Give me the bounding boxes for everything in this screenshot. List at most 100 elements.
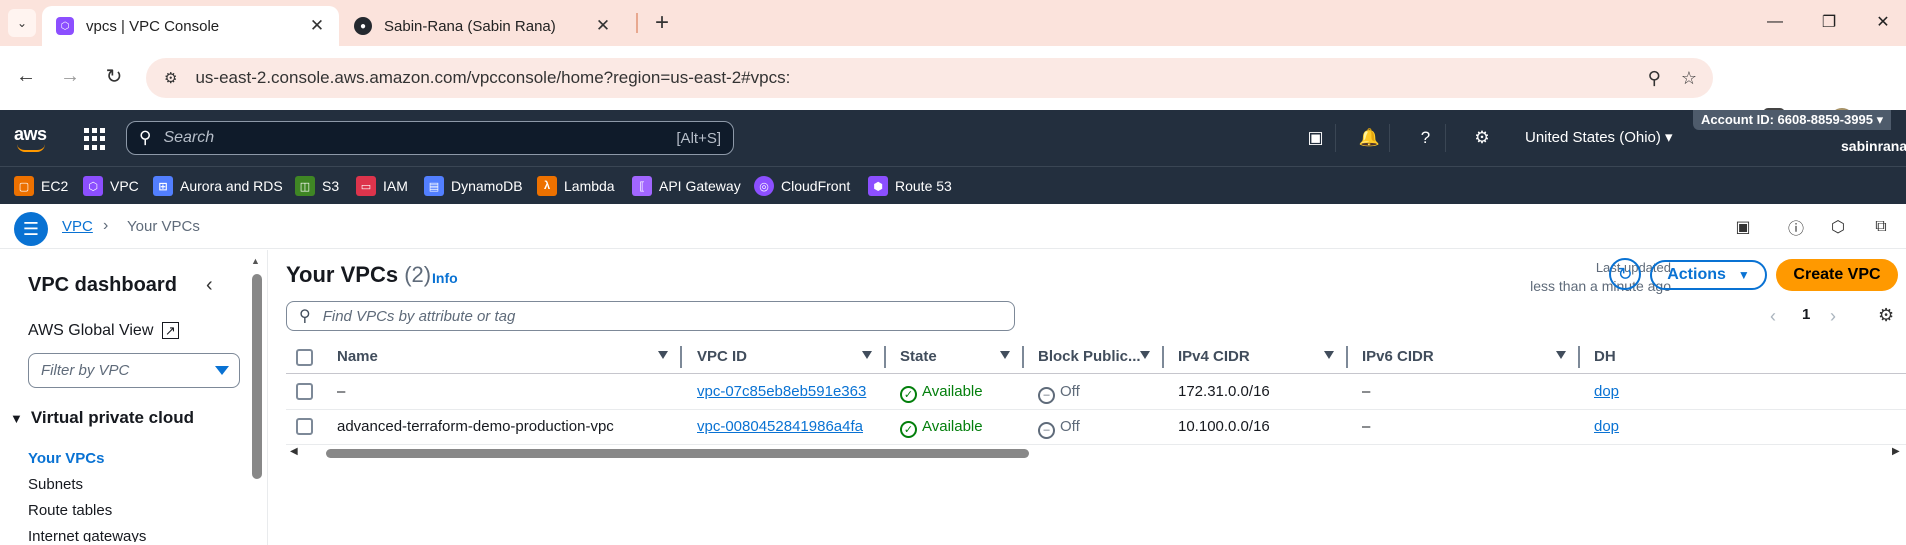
- settings-gear-icon[interactable]: ⚙: [1462, 124, 1502, 152]
- row-checkbox[interactable]: [296, 418, 313, 435]
- column-header-ipv6-cidr[interactable]: IPv6 CIDR: [1362, 348, 1434, 365]
- column-header-state[interactable]: State: [900, 348, 937, 365]
- column-resizer[interactable]: [1346, 346, 1348, 368]
- cell-state: ✓ Available: [900, 418, 983, 438]
- favorite-aurora-rds[interactable]: ⊞ Aurora and RDS: [153, 175, 283, 197]
- favorite-vpc[interactable]: ⬡ VPC: [83, 175, 139, 197]
- filter-by-vpc-select[interactable]: Filter by VPC: [28, 353, 240, 388]
- cell-vpc-id-link[interactable]: vpc-07c85eb8eb591e363: [697, 383, 866, 400]
- forward-arrow-icon[interactable]: →: [56, 62, 84, 90]
- column-resizer[interactable]: [680, 346, 682, 368]
- sidebar-item-internet-gateways[interactable]: Internet gateways: [28, 528, 146, 542]
- sort-icon[interactable]: [862, 351, 872, 359]
- sidebar-section-vpc[interactable]: ▼ Virtual private cloud: [10, 408, 194, 428]
- screen-settings-icon[interactable]: ⧉: [1870, 216, 1892, 238]
- scroll-up-icon[interactable]: ▲: [251, 256, 260, 266]
- actions-button[interactable]: Actions ▼: [1650, 260, 1767, 290]
- scroll-right-icon[interactable]: ▶: [1892, 446, 1900, 457]
- next-page-icon[interactable]: ›: [1830, 306, 1836, 327]
- favorite-iam[interactable]: ▭ IAM: [356, 175, 408, 197]
- global-view-link[interactable]: AWS Global View ↗: [28, 322, 179, 340]
- table-horizontal-scrollbar[interactable]: ◀ ▶: [286, 446, 1906, 460]
- account-id-badge[interactable]: Account ID: 6608-8859-3995 ▾: [1693, 110, 1892, 130]
- zoom-icon[interactable]: ⚲: [1648, 68, 1661, 89]
- select-all-checkbox[interactable]: [296, 349, 313, 366]
- favorite-lambda[interactable]: λ Lambda: [537, 175, 615, 197]
- column-resizer[interactable]: [884, 346, 886, 368]
- row-checkbox[interactable]: [296, 383, 313, 400]
- sidebar-item-your-vpcs[interactable]: Your VPCs: [28, 450, 104, 467]
- column-header-dhcp[interactable]: DH: [1594, 348, 1616, 365]
- collapse-sidebar-icon[interactable]: ‹: [206, 274, 213, 297]
- sidebar-scrollbar[interactable]: [252, 274, 262, 479]
- restore-window-icon[interactable]: ❐: [1817, 10, 1841, 34]
- search-input[interactable]: Search: [163, 129, 676, 147]
- favorite-ec2[interactable]: ▢ EC2: [14, 175, 68, 197]
- favorite-s3[interactable]: ◫ S3: [295, 175, 339, 197]
- close-tab-icon[interactable]: ✕: [307, 16, 327, 36]
- cell-dhcp-link[interactable]: dop: [1594, 418, 1619, 435]
- sort-icon[interactable]: [1000, 351, 1010, 359]
- cloudshell-icon[interactable]: ▣: [1296, 124, 1336, 152]
- user-name[interactable]: sabinrana: [1841, 138, 1906, 154]
- feedback-icon[interactable]: ⬡: [1827, 216, 1849, 238]
- favorite-api-gateway[interactable]: ⟦ API Gateway: [632, 175, 741, 197]
- breadcrumb-vpc-link[interactable]: VPC: [62, 218, 93, 235]
- browser-tab-vpc-console[interactable]: ⬡ vpcs | VPC Console ✕: [42, 6, 339, 46]
- favorite-cloudfront[interactable]: ◎ CloudFront: [754, 175, 850, 197]
- sort-icon[interactable]: [1324, 351, 1334, 359]
- browser-tab-github[interactable]: ● Sabin-Rana (Sabin Rana) ✕: [340, 6, 625, 46]
- hamburger-menu-icon[interactable]: ☰: [14, 212, 48, 246]
- tab-search-button[interactable]: ⌄: [8, 9, 36, 37]
- back-arrow-icon[interactable]: ←: [12, 62, 40, 90]
- column-header-block-public[interactable]: Block Public...: [1038, 348, 1141, 365]
- cell-vpc-id-link[interactable]: vpc-0080452841986a4fa: [697, 418, 863, 435]
- column-resizer[interactable]: [1022, 346, 1024, 368]
- info-icon[interactable]: ⓘ: [1785, 216, 1807, 238]
- sidebar-title: VPC dashboard: [28, 274, 177, 296]
- panel-toggle-icon[interactable]: ▣: [1732, 216, 1754, 238]
- sidebar-item-subnets[interactable]: Subnets: [28, 476, 83, 493]
- column-resizer[interactable]: [1162, 346, 1164, 368]
- column-header-name[interactable]: Name: [337, 348, 378, 365]
- favorite-route53[interactable]: ⬢ Route 53: [868, 175, 952, 197]
- table-row[interactable]: advanced-terraform-demo-production-vpc v…: [286, 410, 1906, 445]
- sidebar-item-route-tables[interactable]: Route tables: [28, 502, 112, 519]
- sort-icon[interactable]: [1556, 351, 1566, 359]
- create-vpc-button[interactable]: Create VPC: [1776, 259, 1898, 291]
- region-selector[interactable]: United States (Ohio) ▾: [1525, 128, 1673, 146]
- help-icon[interactable]: ?: [1406, 124, 1446, 152]
- scrollbar-thumb[interactable]: [326, 449, 1029, 458]
- favorite-label: S3: [322, 178, 340, 194]
- reload-icon[interactable]: ↻: [100, 62, 128, 90]
- favorite-dynamodb[interactable]: ▤ DynamoDB: [424, 175, 523, 197]
- section-label: Virtual private cloud: [30, 408, 194, 427]
- services-menu-icon[interactable]: [84, 128, 106, 150]
- new-tab-button[interactable]: +: [648, 9, 676, 37]
- minimize-window-icon[interactable]: —: [1763, 10, 1787, 34]
- aws-top-nav: aws ⚲ Search [Alt+S] ▣ 🔔 ? ⚙ United Stat…: [0, 110, 1906, 166]
- column-resizer[interactable]: [1578, 346, 1580, 368]
- close-window-icon[interactable]: ✕: [1871, 10, 1895, 34]
- column-header-vpc-id[interactable]: VPC ID: [697, 348, 747, 365]
- notifications-bell-icon[interactable]: 🔔: [1350, 124, 1390, 152]
- page-number[interactable]: 1: [1802, 306, 1810, 323]
- s3-icon: ◫: [295, 176, 315, 196]
- refresh-button[interactable]: ↻: [1609, 258, 1641, 290]
- cell-dhcp-link[interactable]: dop: [1594, 383, 1619, 400]
- aws-logo[interactable]: aws: [14, 124, 47, 145]
- previous-page-icon[interactable]: ‹: [1770, 306, 1776, 327]
- table-row[interactable]: – vpc-07c85eb8eb591e363 ✓ Available – Off …: [286, 375, 1906, 410]
- column-header-ipv4-cidr[interactable]: IPv4 CIDR: [1178, 348, 1250, 365]
- address-bar[interactable]: ⚙ us-east-2.console.aws.amazon.com/vpcco…: [146, 58, 1713, 98]
- sort-icon[interactable]: [658, 351, 668, 359]
- console-search[interactable]: ⚲ Search [Alt+S]: [126, 121, 734, 155]
- info-link[interactable]: Info: [432, 270, 458, 286]
- bookmark-star-icon[interactable]: ☆: [1681, 68, 1697, 89]
- sort-icon[interactable]: [1140, 351, 1150, 359]
- table-settings-gear-icon[interactable]: ⚙: [1878, 305, 1894, 326]
- site-info-icon[interactable]: ⚙: [164, 69, 177, 87]
- scroll-left-icon[interactable]: ◀: [290, 446, 298, 457]
- close-tab-icon[interactable]: ✕: [593, 16, 613, 36]
- find-vpcs-input[interactable]: ⚲ Find VPCs by attribute or tag: [286, 301, 1015, 331]
